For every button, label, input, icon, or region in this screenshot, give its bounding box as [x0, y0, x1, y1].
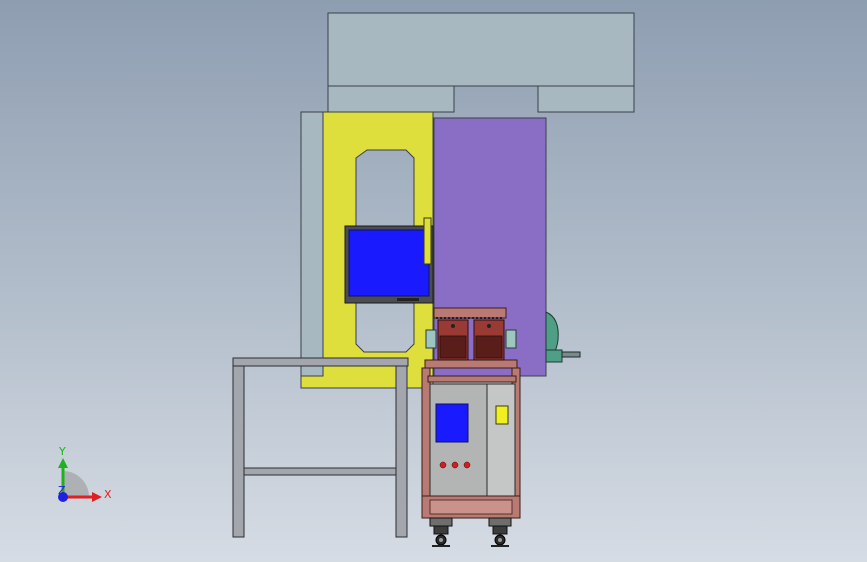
side-post: [300, 111, 325, 389]
caster-left: [429, 517, 453, 547]
cabinet-screen: [435, 403, 469, 443]
z-axis-label: Z: [58, 484, 66, 497]
triad-quadrant: [63, 471, 89, 497]
axis-triad: Y X Z: [58, 445, 112, 502]
monitor: [344, 217, 434, 304]
red-button-2: [451, 461, 459, 469]
red-button-1: [439, 461, 447, 469]
upper-block: [327, 12, 635, 113]
y-axis-arrow: [58, 458, 68, 468]
y-axis-label: Y: [58, 445, 66, 458]
monitor-handle: [423, 217, 432, 265]
cad-viewport[interactable]: Y X Z: [0, 0, 867, 562]
side-mechanism: [545, 311, 581, 363]
x-axis-label: X: [104, 488, 112, 501]
monitor-screen: [348, 229, 430, 297]
caster-right: [488, 517, 512, 547]
x-axis-arrow: [92, 492, 102, 502]
cabinet-label: [495, 405, 509, 425]
red-button-3: [463, 461, 471, 469]
control-cart: [421, 359, 521, 519]
